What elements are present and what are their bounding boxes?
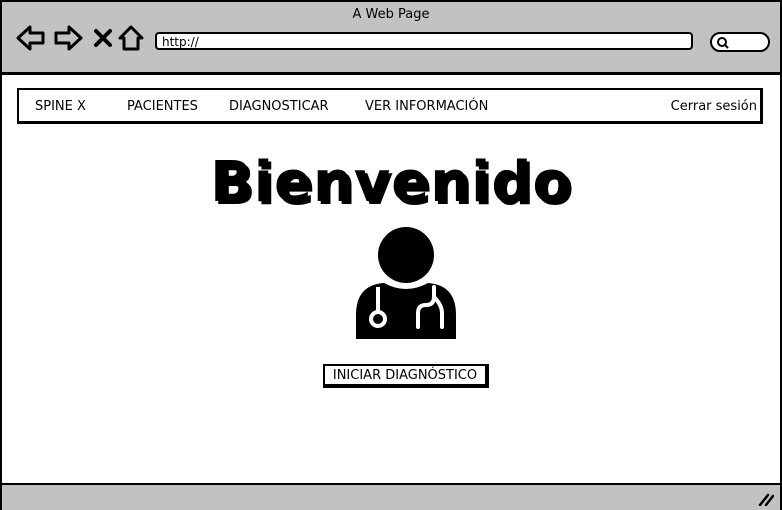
url-text: http:// [162, 35, 199, 49]
page-title: Bienvenido [210, 150, 572, 215]
forward-arrow-icon[interactable] [53, 22, 83, 54]
nav-item-spine-x[interactable]: SPINE X [35, 99, 86, 114]
start-diagnosis-button[interactable]: INICIAR DIAGNÓSTICO [323, 364, 489, 388]
nav-item-ver-informacion[interactable]: VER INFORMACIÓN [365, 99, 488, 114]
nav-item-diagnosticar[interactable]: DIAGNOSTICAR [229, 99, 329, 114]
logout-link[interactable]: Cerrar sesión [671, 99, 757, 114]
browser-titlebar: A Web Page http:// [2, 2, 780, 75]
doctor-stethoscope-icon [356, 227, 456, 339]
window-title: A Web Page [352, 7, 430, 22]
home-icon[interactable] [116, 22, 146, 54]
url-input[interactable]: http:// [155, 32, 693, 50]
status-bar [2, 483, 780, 510]
browser-window: A Web Page http:// SPINE X PACIENTES DIA… [0, 0, 782, 510]
back-arrow-icon[interactable] [16, 22, 46, 54]
resize-grip-icon[interactable] [758, 492, 774, 506]
close-icon[interactable] [88, 22, 118, 54]
app-navbar: SPINE X PACIENTES DIAGNOSTICAR VER INFOR… [17, 88, 763, 124]
search-icon [717, 37, 729, 49]
nav-item-pacientes[interactable]: PACIENTES [127, 99, 198, 114]
browser-search-button[interactable] [710, 32, 770, 52]
